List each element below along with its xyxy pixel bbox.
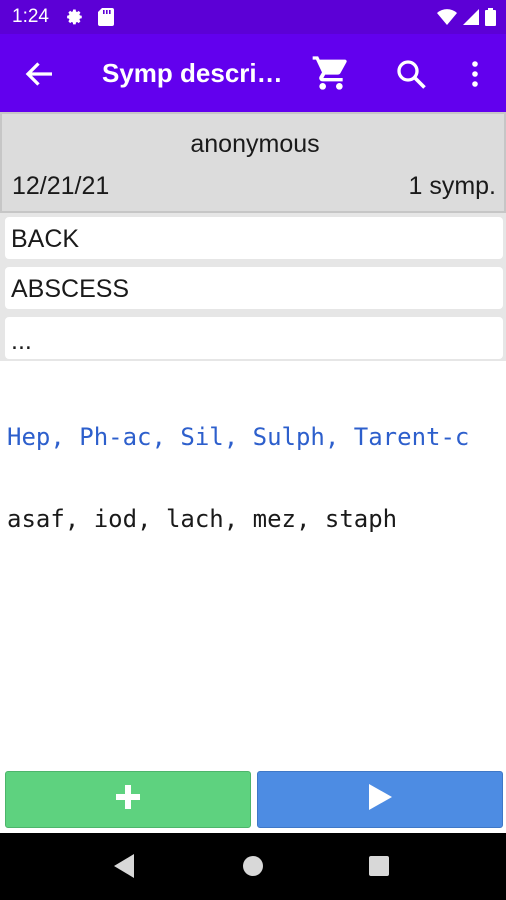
status-right-icons [437, 8, 496, 31]
battery-icon [485, 8, 496, 31]
overflow-menu-icon[interactable] [462, 56, 488, 92]
system-nav-bar [0, 833, 506, 900]
case-header: anonymous 12/21/21 1 symp. [0, 112, 506, 213]
sd-card-icon [98, 8, 114, 31]
search-icon[interactable] [393, 56, 429, 92]
symptom-item-back[interactable]: BACK [5, 217, 503, 259]
symptom-item-abscess[interactable]: ABSCESS [5, 267, 503, 309]
back-arrow-icon[interactable] [22, 56, 58, 92]
patient-name: anonymous [190, 130, 320, 158]
symptom-list: BACK ABSCESS ... [0, 213, 506, 361]
signal-icon [463, 9, 479, 30]
plus-icon [115, 784, 141, 815]
symptom-count: 1 symp. [408, 172, 496, 200]
play-icon [367, 783, 393, 816]
status-bar: 1:24 [0, 0, 506, 34]
add-button[interactable] [5, 771, 251, 828]
cart-icon[interactable] [310, 53, 352, 93]
case-date: 12/21/21 [12, 172, 110, 200]
primary-remedies: Hep, Ph-ac, Sil, Sulph, Tarent-c [7, 423, 470, 451]
wifi-icon [437, 9, 457, 30]
play-button[interactable] [257, 771, 503, 828]
status-time: 1:24 [12, 6, 49, 27]
app-bar: Symp description [0, 34, 506, 112]
nav-back-icon[interactable] [113, 853, 135, 884]
symptom-item-more[interactable]: ... [5, 317, 503, 359]
gear-icon [66, 8, 84, 31]
secondary-remedies: asaf, iod, lach, mez, staph [7, 505, 398, 533]
nav-home-icon[interactable] [242, 855, 264, 882]
nav-recents-icon[interactable] [369, 856, 389, 881]
page-title: Symp description [102, 58, 286, 88]
